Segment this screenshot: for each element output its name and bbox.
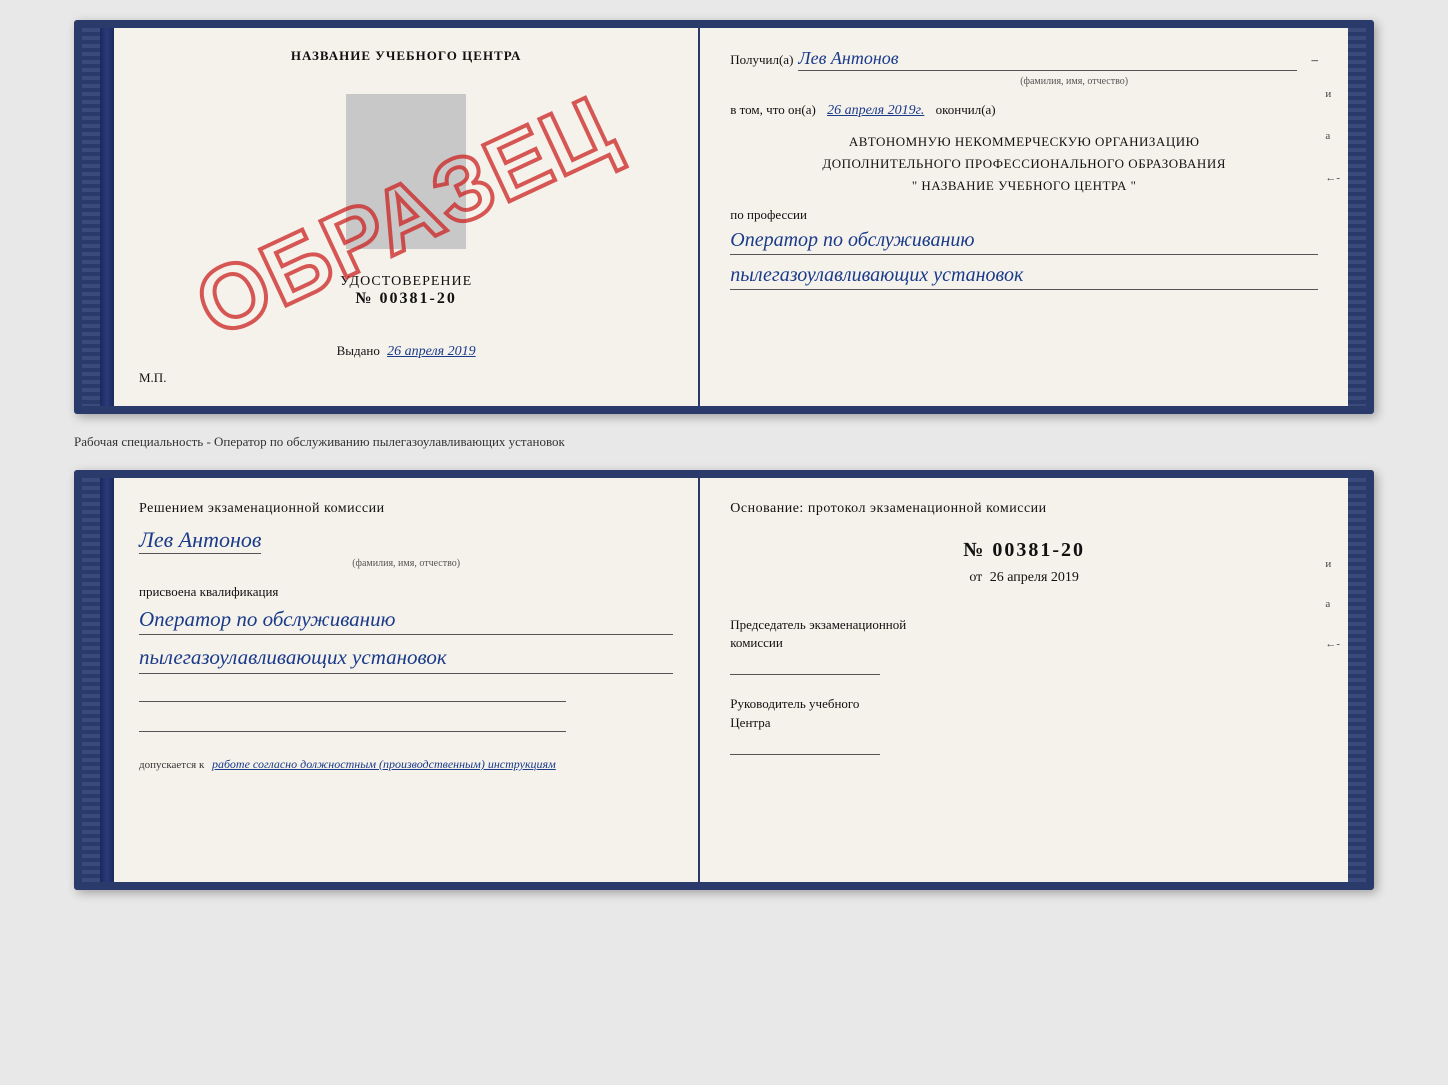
issued-date: 26 апреля 2019 [387,344,475,359]
qual-line2: пылегазоулавливающих установок [139,643,673,673]
allowed-prefix: допускается к [139,759,204,771]
recipient-prefix: Получил(а) [730,52,793,68]
school-title-top: НАЗВАНИЕ УЧЕБНОГО ЦЕНТРА [291,48,522,64]
mark-and: и [1325,88,1340,100]
chairman-line1: Председатель экзаменационной [730,616,1318,634]
left-binding [82,28,100,406]
fio-hint-top: (фамилия, имя, отчество) [830,76,1318,87]
protocol-number: № 00381-20 [730,539,1318,562]
date-value: 26 апреля 2019 [990,570,1079,585]
profession-label: по профессии [730,207,1318,223]
confirm-prefix: в том, что он(а) [730,102,816,117]
basis-title: Основание: протокол экзаменационной коми… [730,498,1318,519]
recipient-line: Получил(а) Лев Антонов – [730,48,1318,71]
fio-hint-bottom: (фамилия, имя, отчество) [139,558,673,569]
org-line1: АВТОНОМНУЮ НЕКОММЕРЧЕСКУЮ ОРГАНИЗАЦИЮ [730,131,1318,153]
side-marks-bottom: и а ←- [1325,558,1340,650]
confirm-suffix: окончил(а) [936,102,996,117]
cert-label: УДОСТОВЕРЕНИЕ [340,274,472,290]
spine-bottom [100,478,114,882]
right-page-bottom: Основание: протокол экзаменационной коми… [700,478,1348,882]
side-marks-top: и а ←- [1325,88,1340,184]
cert-number: № 00381-20 [355,290,456,308]
spine-top [100,28,114,406]
org-line3: " НАЗВАНИЕ УЧЕБНОГО ЦЕНТРА " [730,175,1318,197]
director-line2: Центра [730,714,1318,732]
profession-line1: Оператор по обслуживанию [730,226,1318,255]
top-certificate: НАЗВАНИЕ УЧЕБНОГО ЦЕНТРА УДОСТОВЕРЕНИЕ №… [74,20,1374,414]
photo-placeholder [346,94,466,249]
mark-arrow: ←- [1325,172,1340,184]
allowed-text: работе согласно должностным (производств… [212,757,556,771]
left-page-bottom: Решением экзаменационной комиссии Лев Ан… [114,478,700,882]
chairman-signature [730,655,880,675]
org-text: АВТОНОМНУЮ НЕКОММЕРЧЕСКУЮ ОРГАНИЗАЦИЮ ДО… [730,131,1318,197]
chairman-line2: комиссии [730,634,1318,652]
dash: – [1312,52,1319,68]
confirm-line: в том, что он(а) 26 апреля 2019г. окончи… [730,102,1318,119]
recipient-name: Лев Антонов [798,48,1296,71]
mark-arrow-bottom: ←- [1325,638,1340,650]
person-name-bottom: Лев Антонов [139,527,261,554]
blank-line-1 [139,682,566,702]
separator-text: Рабочая специальность - Оператор по обсл… [74,426,1374,458]
allowed-label: допускается к работе согласно должностны… [139,757,673,772]
director-label: Руководитель учебного Центра [730,695,1318,731]
blank-line-2 [139,712,566,732]
qual-line1: Оператор по обслуживанию [139,605,673,635]
mark-a: а [1325,130,1340,142]
commission-title: Решением экзаменационной комиссии [139,498,673,519]
date-prefix: от [969,570,982,585]
org-line2: ДОПОЛНИТЕЛЬНОГО ПРОФЕССИОНАЛЬНОГО ОБРАЗО… [730,153,1318,175]
issued-line: Выдано 26 апреля 2019 [337,343,476,360]
mp-label: М.П. [139,370,166,386]
mark-and-bottom: и [1325,558,1340,570]
right-page-top: Получил(а) Лев Антонов – (фамилия, имя, … [700,28,1348,406]
mark-a-bottom: а [1325,598,1340,610]
left-binding-bottom [82,478,100,882]
left-page-top: НАЗВАНИЕ УЧЕБНОГО ЦЕНТРА УДОСТОВЕРЕНИЕ №… [114,28,700,406]
chairman-label: Председатель экзаменационной комиссии [730,616,1318,652]
assigned-label: присвоена квалификация [139,584,673,600]
issued-prefix: Выдано [337,343,380,358]
bottom-certificate: Решением экзаменационной комиссии Лев Ан… [74,470,1374,890]
director-line1: Руководитель учебного [730,695,1318,713]
right-binding-bottom [1348,478,1366,882]
director-signature [730,735,880,755]
confirm-date: 26 апреля 2019г. [827,103,924,118]
document-container: НАЗВАНИЕ УЧЕБНОГО ЦЕНТРА УДОСТОВЕРЕНИЕ №… [74,20,1374,890]
profession-line2: пылегазоулавливающих установок [730,261,1318,290]
right-binding-top [1348,28,1366,406]
protocol-date: от 26 апреля 2019 [730,570,1318,586]
